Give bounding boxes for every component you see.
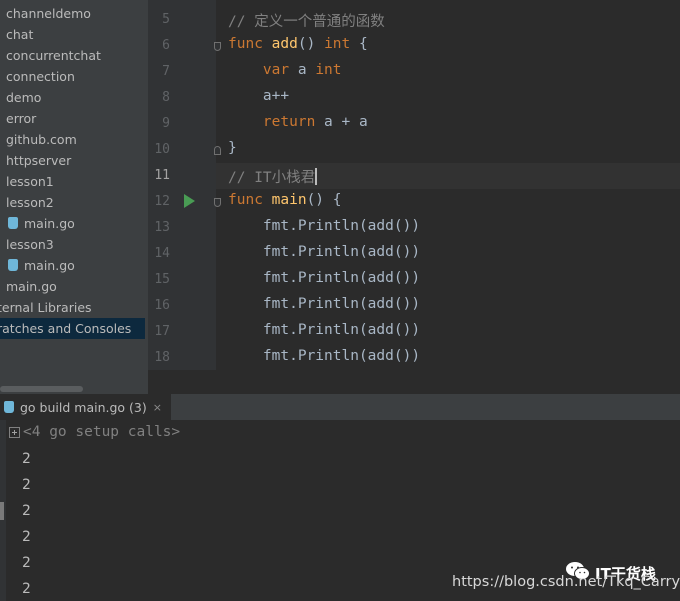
project-tree: channeldemo chat concurrentchat connecti… bbox=[0, 0, 148, 394]
console-output-line: 2 bbox=[22, 503, 31, 519]
line-number: 6 bbox=[162, 38, 170, 53]
setup-calls-label: <4 go setup calls> bbox=[23, 424, 181, 440]
line-number: 10 bbox=[154, 142, 170, 157]
code-editor[interactable]: 5 6 7 8 9 10 11 12 13 14 15 16 17 18 // … bbox=[148, 0, 680, 370]
run-gutter-icon[interactable] bbox=[184, 194, 195, 208]
line-number-current: 11 bbox=[154, 168, 170, 183]
go-file-icon bbox=[4, 401, 14, 413]
tree-item-connection[interactable]: connection bbox=[0, 66, 75, 87]
editor-gutter: 5 6 7 8 9 10 11 12 13 14 15 16 17 18 bbox=[148, 0, 221, 370]
line-number: 9 bbox=[162, 116, 170, 131]
comment: // 定义一个普通的函数 bbox=[228, 14, 385, 30]
console-output-line: 2 bbox=[22, 477, 31, 493]
code-text: a bbox=[289, 62, 316, 78]
line-number: 18 bbox=[154, 350, 170, 365]
tree-item-main-go[interactable]: main.go bbox=[0, 276, 57, 297]
go-file-icon bbox=[8, 217, 18, 229]
code-line-16: fmt.Println(add()) bbox=[228, 296, 420, 312]
console-output-line: 2 bbox=[22, 451, 31, 467]
fold-end-icon[interactable] bbox=[214, 146, 221, 155]
tree-item-chat[interactable]: chat bbox=[0, 24, 33, 45]
run-tab-label: go build main.go (3) bbox=[20, 399, 147, 415]
tree-item-github[interactable]: github.com bbox=[0, 129, 77, 150]
tree-item-concurrentchat[interactable]: concurrentchat bbox=[0, 45, 101, 66]
code-text: } bbox=[228, 140, 237, 156]
code-text: fmt.Println(add()) bbox=[262, 244, 421, 260]
tree-item-lesson3-main-go[interactable]: main.go bbox=[0, 255, 75, 276]
line-number: 8 bbox=[162, 90, 170, 105]
keyword: func bbox=[228, 36, 263, 52]
code-text: () { bbox=[306, 192, 342, 208]
console-output-line: 2 bbox=[22, 555, 31, 571]
code-line-13: fmt.Println(add()) bbox=[228, 218, 420, 234]
line-number: 17 bbox=[154, 324, 170, 339]
close-icon[interactable]: × bbox=[153, 401, 162, 414]
code-line-14: fmt.Println(add()) bbox=[228, 244, 420, 260]
type: int bbox=[324, 36, 351, 52]
code-text: fmt.Println(add()) bbox=[262, 348, 421, 364]
watermark-url: https://blog.csdn.net/Tkq_Carry bbox=[452, 574, 680, 590]
tree-item-channeldemo[interactable]: channeldemo bbox=[0, 3, 91, 24]
tree-item-error[interactable]: error bbox=[0, 108, 36, 129]
code-text: fmt.Println(add()) bbox=[262, 218, 421, 234]
code-line-18: fmt.Println(add()) bbox=[228, 348, 420, 364]
console-output-line: 2 bbox=[22, 581, 31, 597]
code-text: fmt.Println(add()) bbox=[262, 270, 421, 286]
code-text: a++ bbox=[262, 88, 290, 104]
setup-calls-fold[interactable]: <4 go setup calls> bbox=[9, 424, 180, 440]
go-file-icon bbox=[8, 259, 18, 271]
code-text: a + a bbox=[315, 114, 368, 130]
editor-bottom-area bbox=[148, 370, 680, 394]
code-line-10: } bbox=[228, 140, 237, 156]
text-caret bbox=[315, 168, 318, 185]
tree-item-lesson2[interactable]: lesson2 bbox=[0, 192, 54, 213]
line-number: 15 bbox=[154, 272, 170, 287]
code-text: fmt.Println(add()) bbox=[262, 296, 421, 312]
tree-item-lesson1[interactable]: lesson1 bbox=[0, 171, 54, 192]
console-output-line: 2 bbox=[22, 529, 31, 545]
code-text: fmt.Println(add()) bbox=[262, 322, 421, 338]
line-number: 12 bbox=[154, 194, 170, 209]
code-text: { bbox=[350, 36, 368, 52]
line-number: 14 bbox=[154, 246, 170, 261]
code-line-5: // 定义一个普通的函数 bbox=[228, 10, 385, 31]
tree-item-external-libraries[interactable]: ternal Libraries bbox=[0, 297, 92, 318]
tree-item-lesson2-main-go[interactable]: main.go bbox=[0, 213, 75, 234]
tree-item-httpserver[interactable]: httpserver bbox=[0, 150, 71, 171]
console-gutter bbox=[0, 420, 6, 601]
expand-icon[interactable] bbox=[9, 426, 20, 438]
tree-item-lesson3[interactable]: lesson3 bbox=[0, 234, 54, 255]
console-scroll-marker bbox=[0, 502, 4, 520]
code-line-15: fmt.Println(add()) bbox=[228, 270, 420, 286]
fold-start-icon[interactable] bbox=[214, 42, 221, 51]
tree-item-demo[interactable]: demo bbox=[0, 87, 41, 108]
run-tab[interactable]: go build main.go (3) × bbox=[0, 394, 171, 420]
comment: // IT小栈君 bbox=[228, 170, 316, 186]
code-line-9: return a + a bbox=[228, 114, 368, 130]
keyword: return bbox=[262, 114, 316, 130]
code-line-11: // IT小栈君 bbox=[228, 166, 318, 187]
function-name: main bbox=[271, 192, 307, 208]
code-line-7: var a int bbox=[228, 62, 342, 78]
function-name: add bbox=[271, 36, 298, 52]
code-line-17: fmt.Println(add()) bbox=[228, 322, 420, 338]
line-number: 16 bbox=[154, 298, 170, 313]
code-line-6: func add() int { bbox=[228, 36, 368, 52]
tree-item-scratches-and-consoles[interactable]: ratches and Consoles bbox=[0, 318, 145, 339]
type: int bbox=[315, 62, 342, 78]
code-line-8: a++ bbox=[228, 88, 289, 104]
line-number: 5 bbox=[162, 12, 170, 27]
run-panel-header: go build main.go (3) × bbox=[0, 394, 680, 421]
line-number: 7 bbox=[162, 64, 170, 79]
code-text: () bbox=[297, 36, 325, 52]
fold-start-icon[interactable] bbox=[214, 198, 221, 207]
tree-horizontal-scrollbar[interactable] bbox=[0, 386, 83, 392]
tree-item-label: main.go bbox=[24, 258, 75, 273]
keyword: var bbox=[262, 62, 290, 78]
keyword: func bbox=[228, 192, 263, 208]
tree-item-label: main.go bbox=[24, 216, 75, 231]
code-line-12: func main() { bbox=[228, 192, 342, 208]
line-number: 13 bbox=[154, 220, 170, 235]
